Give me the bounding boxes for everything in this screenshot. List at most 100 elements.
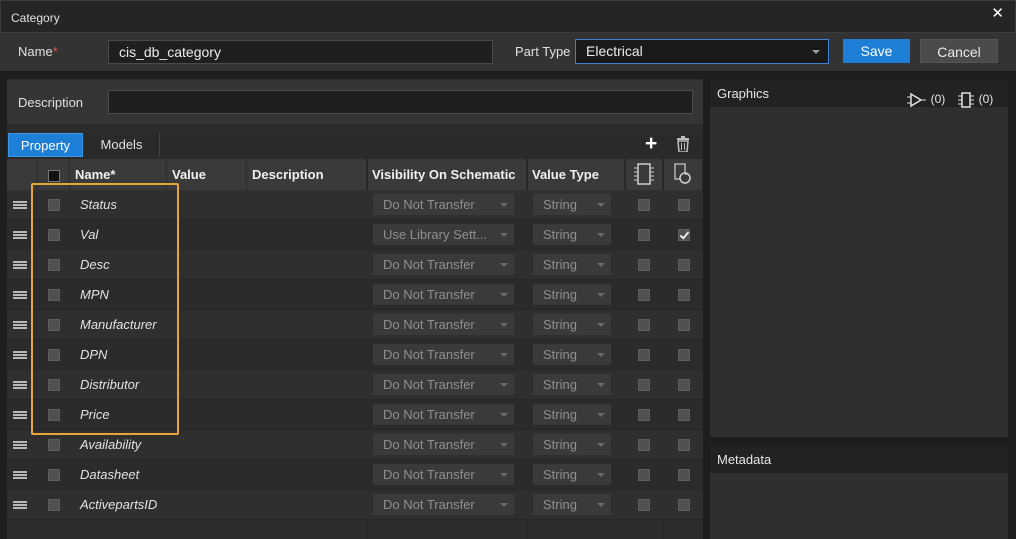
table-row[interactable]: DPN Do Not Transfer String: [7, 340, 703, 370]
value-type-select[interactable]: String: [533, 254, 611, 275]
property-name[interactable]: Manufacturer: [80, 310, 157, 340]
plus-icon[interactable]: +: [645, 133, 657, 155]
row-select-checkbox[interactable]: [48, 469, 60, 481]
table-row[interactable]: Distributor Do Not Transfer String: [7, 370, 703, 400]
visibility-select[interactable]: Do Not Transfer: [373, 344, 514, 365]
table-row[interactable]: Desc Do Not Transfer String: [7, 250, 703, 280]
update-checkbox[interactable]: [678, 469, 690, 481]
table-row[interactable]: MPN Do Not Transfer String: [7, 280, 703, 310]
row-select-checkbox[interactable]: [48, 259, 60, 271]
symbol-visible-checkbox[interactable]: [638, 499, 650, 511]
visibility-select[interactable]: Do Not Transfer: [373, 314, 514, 335]
update-checkbox[interactable]: [678, 259, 690, 271]
column-header-symbol[interactable]: [625, 159, 663, 190]
drag-handle-icon[interactable]: [13, 261, 27, 269]
property-name[interactable]: Distributor: [80, 370, 139, 400]
property-name[interactable]: Desc: [80, 250, 110, 280]
visibility-select[interactable]: Do Not Transfer: [373, 194, 514, 215]
column-header-name[interactable]: Name*: [70, 159, 167, 190]
column-header-value-type[interactable]: Value Type: [527, 159, 625, 190]
update-checkbox[interactable]: [678, 319, 690, 331]
visibility-select[interactable]: Do Not Transfer: [373, 374, 514, 395]
drag-handle-icon[interactable]: [13, 381, 27, 389]
table-row[interactable]: ActivepartsID Do Not Transfer String: [7, 490, 703, 520]
row-select-checkbox[interactable]: [48, 349, 60, 361]
value-type-select[interactable]: String: [533, 464, 611, 485]
update-checkbox[interactable]: [678, 379, 690, 391]
column-header-refresh[interactable]: [663, 159, 703, 190]
symbol-visible-checkbox[interactable]: [638, 289, 650, 301]
property-name[interactable]: MPN: [80, 280, 109, 310]
visibility-select[interactable]: Do Not Transfer: [373, 434, 514, 455]
drag-handle-icon[interactable]: [13, 291, 27, 299]
save-button[interactable]: Save: [843, 39, 910, 63]
update-checkbox[interactable]: [678, 199, 690, 211]
drag-handle-icon[interactable]: [13, 231, 27, 239]
drag-handle-icon[interactable]: [13, 471, 27, 479]
tab-models[interactable]: Models: [84, 133, 160, 157]
trash-icon[interactable]: [676, 136, 690, 155]
value-type-select[interactable]: String: [533, 194, 611, 215]
update-checkbox[interactable]: [678, 229, 690, 241]
property-name[interactable]: Availability: [80, 430, 141, 460]
visibility-select[interactable]: Do Not Transfer: [373, 404, 514, 425]
value-type-select[interactable]: String: [533, 494, 611, 515]
visibility-select[interactable]: Do Not Transfer: [373, 464, 514, 485]
property-name[interactable]: DPN: [80, 340, 107, 370]
row-select-checkbox[interactable]: [48, 199, 60, 211]
value-type-select[interactable]: String: [533, 374, 611, 395]
column-header-visibility[interactable]: Visibility On Schematic: [367, 159, 527, 190]
property-name[interactable]: Price: [80, 400, 110, 430]
part-type-select[interactable]: Electrical: [575, 39, 829, 64]
property-name[interactable]: Datasheet: [80, 460, 139, 490]
table-row[interactable]: Price Do Not Transfer String: [7, 400, 703, 430]
row-select-checkbox[interactable]: [48, 289, 60, 301]
cancel-button[interactable]: Cancel: [920, 39, 998, 63]
description-field[interactable]: [108, 90, 693, 114]
symbol-visible-checkbox[interactable]: [638, 319, 650, 331]
row-select-checkbox[interactable]: [48, 439, 60, 451]
value-type-select[interactable]: String: [533, 314, 611, 335]
symbol-visible-checkbox[interactable]: [638, 379, 650, 391]
table-row[interactable]: Availability Do Not Transfer String: [7, 430, 703, 460]
property-name[interactable]: Status: [80, 190, 117, 220]
update-checkbox[interactable]: [678, 409, 690, 421]
value-type-select[interactable]: String: [533, 224, 611, 245]
drag-handle-icon[interactable]: [13, 501, 27, 509]
visibility-select[interactable]: Do Not Transfer: [373, 254, 514, 275]
update-checkbox[interactable]: [678, 289, 690, 301]
table-row[interactable]: Val Use Library Sett... String: [7, 220, 703, 250]
column-header-description[interactable]: Description: [247, 159, 367, 190]
symbol-visible-checkbox[interactable]: [638, 409, 650, 421]
table-row[interactable]: Datasheet Do Not Transfer String: [7, 460, 703, 490]
column-header-value[interactable]: Value: [167, 159, 247, 190]
tab-property[interactable]: Property: [8, 133, 83, 157]
row-select-checkbox[interactable]: [48, 409, 60, 421]
close-icon[interactable]: ✕: [991, 4, 1004, 22]
visibility-select[interactable]: Do Not Transfer: [373, 284, 514, 305]
visibility-select[interactable]: Do Not Transfer: [373, 494, 514, 515]
symbol-visible-checkbox[interactable]: [638, 349, 650, 361]
drag-handle-icon[interactable]: [13, 351, 27, 359]
value-type-select[interactable]: String: [533, 404, 611, 425]
update-checkbox[interactable]: [678, 439, 690, 451]
symbol-counter[interactable]: (0): [907, 85, 945, 113]
table-row[interactable]: Manufacturer Do Not Transfer String: [7, 310, 703, 340]
select-all-checkbox[interactable]: [48, 170, 60, 182]
update-checkbox[interactable]: [678, 349, 690, 361]
footprint-counter[interactable]: (0): [957, 85, 993, 113]
symbol-visible-checkbox[interactable]: [638, 439, 650, 451]
row-select-checkbox[interactable]: [48, 499, 60, 511]
table-row[interactable]: Status Do Not Transfer String: [7, 190, 703, 220]
row-select-checkbox[interactable]: [48, 319, 60, 331]
name-field[interactable]: cis_db_category: [108, 40, 493, 64]
drag-handle-icon[interactable]: [13, 441, 27, 449]
drag-handle-icon[interactable]: [13, 411, 27, 419]
drag-handle-icon[interactable]: [13, 321, 27, 329]
visibility-select[interactable]: Use Library Sett...: [373, 224, 514, 245]
value-type-select[interactable]: String: [533, 434, 611, 455]
property-name[interactable]: ActivepartsID: [80, 490, 157, 520]
value-type-select[interactable]: String: [533, 284, 611, 305]
update-checkbox[interactable]: [678, 499, 690, 511]
symbol-visible-checkbox[interactable]: [638, 229, 650, 241]
